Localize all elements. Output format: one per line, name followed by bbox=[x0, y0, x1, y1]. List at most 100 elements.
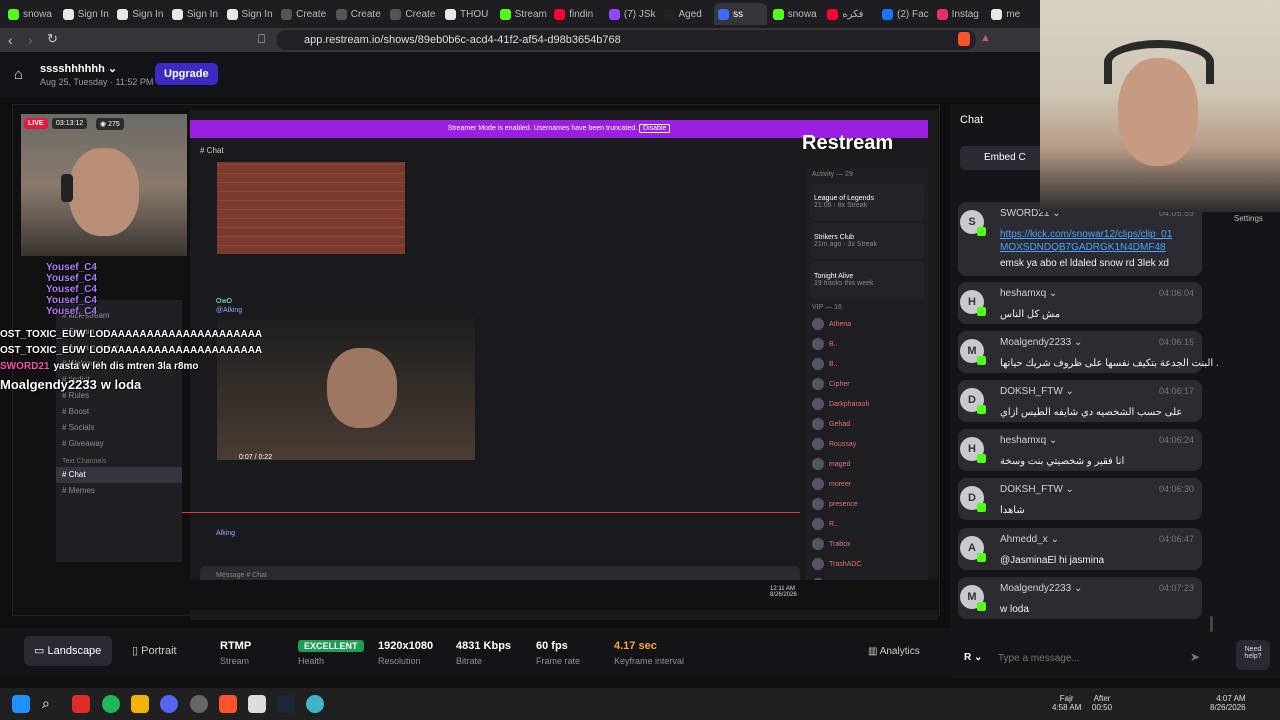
home-icon[interactable]: ⌂ bbox=[14, 66, 23, 83]
chevron-down-icon: ⌄ bbox=[1046, 435, 1058, 446]
bookmark-icon[interactable]: ⎕ bbox=[258, 32, 265, 47]
member-item[interactable]: TrashADC bbox=[806, 554, 928, 574]
member-item[interactable]: B.. bbox=[806, 334, 928, 354]
member-item[interactable]: Cipher bbox=[806, 374, 928, 394]
portrait-button[interactable]: ▯ Portrait bbox=[132, 644, 177, 657]
chat-username[interactable]: heshamxq ⌄ bbox=[1000, 435, 1057, 446]
browser-tab[interactable]: (2) Fac bbox=[878, 3, 931, 25]
tab-favicon-icon bbox=[499, 8, 511, 20]
tab-label: Aged bbox=[678, 8, 702, 20]
chat-username[interactable]: DOKSH_FTW ⌄ bbox=[1000, 484, 1074, 495]
member-item[interactable]: moreer bbox=[806, 474, 928, 494]
reload-icon[interactable]: ↻ bbox=[47, 31, 58, 47]
upgrade-button[interactable]: Upgrade bbox=[155, 63, 218, 85]
channel-label: Socials bbox=[68, 423, 95, 432]
browser-tab[interactable]: Aged bbox=[660, 3, 713, 25]
member-name: Roussay bbox=[829, 440, 857, 448]
chat-username[interactable]: Moalgendy2233 ⌄ bbox=[1000, 337, 1082, 348]
disable-button[interactable]: Disable bbox=[639, 124, 671, 133]
restream-logo: Restream bbox=[802, 132, 894, 154]
app-icon[interactable] bbox=[72, 695, 90, 713]
browser-tab[interactable]: Create bbox=[277, 3, 330, 25]
chat-input[interactable]: Type a message... bbox=[998, 650, 1218, 668]
need-help-button[interactable]: Need help? bbox=[1236, 640, 1270, 670]
channel-item[interactable]: # Giveaway bbox=[56, 436, 182, 452]
username-text: heshamxq bbox=[1000, 435, 1047, 446]
prayer-after: After 00:50 bbox=[1092, 694, 1113, 712]
member-name: Trabox bbox=[829, 540, 851, 548]
browser-tab[interactable]: THOU bbox=[441, 3, 494, 25]
send-icon[interactable]: ➤ bbox=[1190, 650, 1200, 664]
app-icon-3[interactable] bbox=[306, 695, 324, 713]
browser-tab[interactable]: Stream bbox=[496, 3, 549, 25]
chat-username[interactable]: Ahmedd_x ⌄ bbox=[1000, 534, 1059, 545]
chat-scrollbar[interactable] bbox=[1210, 616, 1213, 632]
member-item[interactable]: Gehad bbox=[806, 414, 928, 434]
member-item[interactable]: Darkpharaoh bbox=[806, 394, 928, 414]
member-item[interactable]: R.. bbox=[806, 514, 928, 534]
member-item[interactable]: Athena bbox=[806, 314, 928, 334]
show-name[interactable]: sssshhhhhh ⌄ bbox=[40, 62, 117, 75]
forward-icon[interactable]: › bbox=[28, 32, 33, 48]
windows-start-icon[interactable] bbox=[12, 695, 30, 713]
browser-tab[interactable]: Instag bbox=[933, 3, 986, 25]
brave-shield-icon[interactable] bbox=[958, 32, 970, 46]
browser-tab[interactable]: Sign In bbox=[223, 3, 276, 25]
stream-stat: RTMP Stream bbox=[220, 640, 251, 666]
brave-icon[interactable] bbox=[219, 695, 237, 713]
member-item[interactable]: maged bbox=[806, 454, 928, 474]
chat-username[interactable]: heshamxq ⌄ bbox=[1000, 288, 1057, 299]
rewards-icon[interactable]: ▲ bbox=[980, 32, 991, 44]
member-item[interactable]: Roussay bbox=[806, 434, 928, 454]
browser-tab[interactable]: Sign In bbox=[113, 3, 166, 25]
browser-tab[interactable]: Sign In bbox=[168, 3, 221, 25]
channel-item[interactable]: # Socials bbox=[56, 420, 182, 436]
text-channel-item[interactable]: # Memes bbox=[56, 483, 182, 499]
system-clock[interactable]: 4:07 AM 8/26/2026 bbox=[1210, 694, 1246, 712]
search-icon[interactable]: ⌕ bbox=[42, 695, 60, 713]
file-explorer-icon[interactable] bbox=[131, 695, 149, 713]
settings-label[interactable]: Settings bbox=[1234, 214, 1263, 223]
browser-tab[interactable]: snowa bbox=[769, 3, 822, 25]
chat-link[interactable]: https://kick.com/snowar12/clips/clip_01 … bbox=[1000, 228, 1196, 254]
member-item[interactable]: B.. bbox=[806, 354, 928, 374]
obs-icon[interactable] bbox=[190, 695, 208, 713]
browser-tab[interactable]: Create bbox=[386, 3, 439, 25]
tab-label: THOU bbox=[460, 8, 489, 20]
activity-card[interactable]: League of Legends 21:06 · 8x Streak bbox=[810, 184, 924, 220]
browser-tab[interactable]: Sign In bbox=[59, 3, 112, 25]
member-name: R.. bbox=[829, 520, 838, 528]
app-icon-2[interactable] bbox=[248, 695, 266, 713]
chat-username[interactable]: DOKSH_FTW ⌄ bbox=[1000, 386, 1074, 397]
member-item[interactable]: presence bbox=[806, 494, 928, 514]
activity-title: Strikers Club bbox=[814, 234, 855, 241]
activity-card[interactable]: Strikers Club 21m ago · 3x Streak bbox=[810, 223, 924, 259]
browser-tab[interactable]: Create bbox=[332, 3, 385, 25]
chat-text: شاهدا bbox=[1000, 505, 1025, 516]
landscape-button[interactable]: ▭ Landscape bbox=[24, 636, 112, 666]
chat-username[interactable]: Moalgendy2233 ⌄ bbox=[1000, 583, 1082, 594]
browser-tab[interactable]: me bbox=[987, 3, 1040, 25]
text-channels-label: Text Channels bbox=[62, 458, 107, 465]
browser-tab[interactable]: snowa bbox=[4, 3, 57, 25]
channel-item[interactable]: # Boost bbox=[56, 404, 182, 420]
browser-tab[interactable]: ss bbox=[714, 3, 767, 25]
url-bar[interactable]: app.restream.io/shows/89eb0b6c-acd4-41f2… bbox=[276, 30, 976, 50]
browser-tab[interactable]: فكره bbox=[823, 3, 876, 25]
tab-label: Stream bbox=[514, 8, 547, 20]
back-icon[interactable]: ‹ bbox=[8, 32, 13, 48]
discord-icon[interactable] bbox=[160, 695, 178, 713]
person-face bbox=[69, 148, 139, 236]
text-channel-item[interactable]: # Chat bbox=[56, 467, 182, 483]
user-avatar: M bbox=[960, 585, 986, 611]
tab-label: findin bbox=[569, 8, 594, 20]
user-avatar: H bbox=[960, 437, 986, 463]
restream-mini-icon[interactable]: R ⌄ bbox=[964, 652, 982, 663]
activity-card[interactable]: Tonight Alive 19 tracks this week bbox=[810, 262, 924, 298]
browser-tab[interactable]: (7) JSk bbox=[605, 3, 658, 25]
analytics-button[interactable]: ▥ Analytics bbox=[868, 646, 920, 657]
member-item[interactable]: Trabox bbox=[806, 534, 928, 554]
spotify-icon[interactable] bbox=[102, 695, 120, 713]
steam-icon[interactable] bbox=[277, 695, 295, 713]
browser-tab[interactable]: findin bbox=[550, 3, 603, 25]
